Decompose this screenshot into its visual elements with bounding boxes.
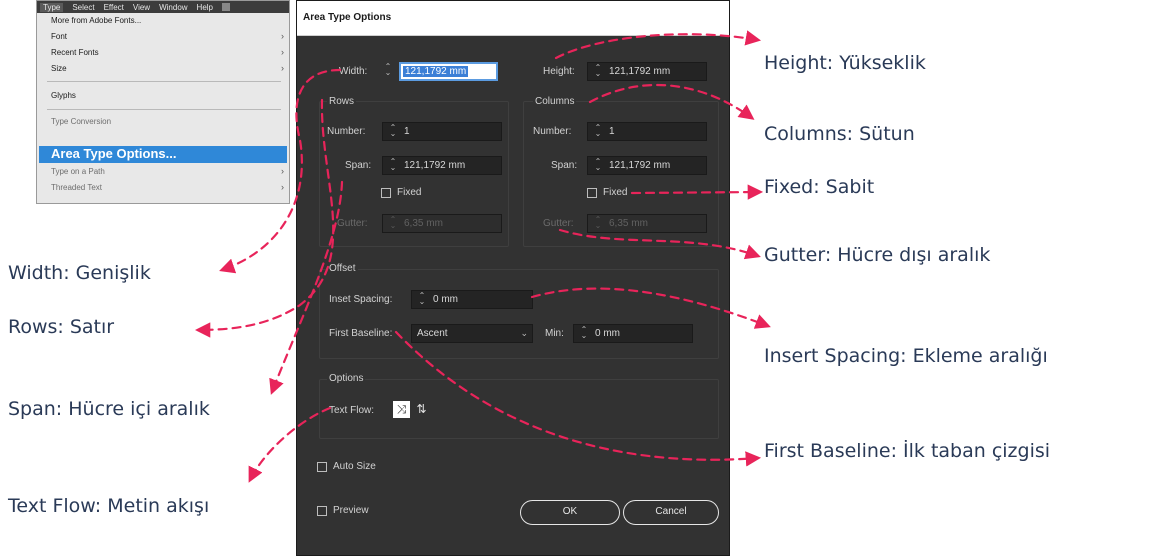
height-leader: [554, 30, 762, 60]
text-flow-leader: [248, 406, 332, 483]
inset-leader: [530, 287, 771, 329]
annotation-baseline: First Baseline: İlk taban çizgisi: [764, 440, 1051, 462]
annotation-text-flow: Text Flow: Metin akışı: [8, 495, 210, 517]
fixed-leader: [630, 184, 764, 200]
annotation-columns: Columns: Sütun: [764, 123, 915, 145]
annotation-gutter: Gutter: Hücre dışı aralık: [764, 244, 991, 266]
annotation-fixed: Fixed: Sabit: [764, 176, 875, 198]
span-leader: [269, 180, 344, 395]
annotation-height: Height: Yükseklik: [764, 52, 926, 74]
columns-leader: [588, 83, 755, 120]
annotation-width: Width: Genişlik: [8, 262, 151, 284]
baseline-leader: [394, 330, 762, 467]
gutter-leader: [558, 228, 761, 260]
annotation-span: Span: Hücre içi aralık: [8, 398, 210, 420]
annotation-arrows: [194, 30, 771, 483]
rows-leader: [194, 98, 335, 338]
annotation-rows: Rows: Satır: [8, 316, 115, 338]
annotation-inset: Insert Spacing: Ekleme aralığı: [764, 345, 1048, 367]
